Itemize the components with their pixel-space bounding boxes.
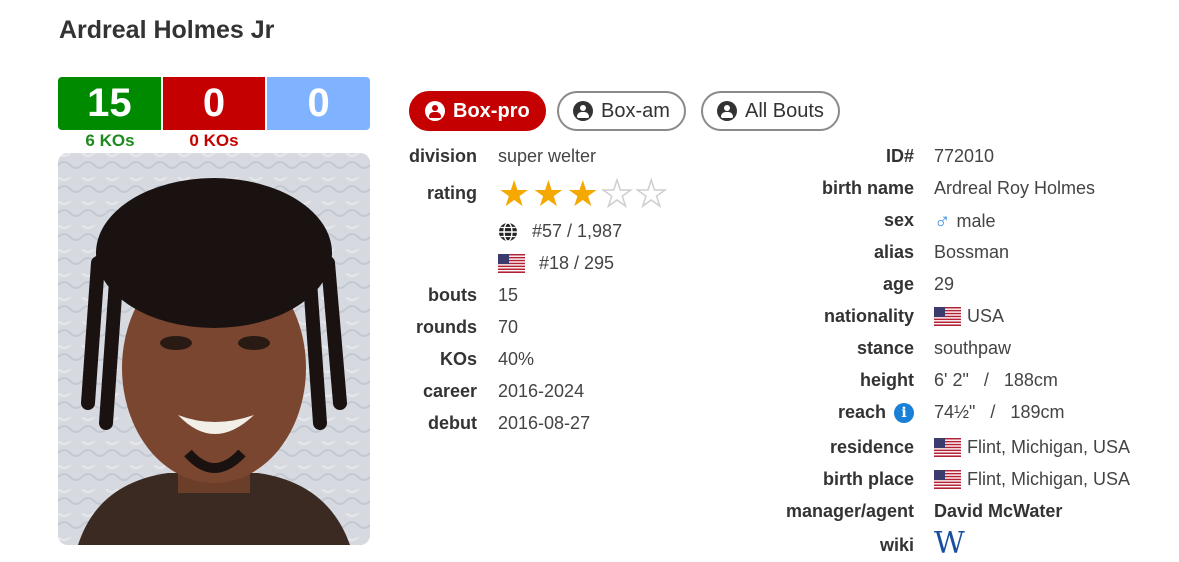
- stance-value: southpaw: [934, 338, 1012, 358]
- rounds-value: 70: [498, 317, 519, 337]
- debut-value: 2016-08-27: [498, 413, 591, 433]
- ko-counts: 6 KOs 0 KOs: [58, 131, 370, 151]
- globe-icon: [499, 221, 517, 242]
- age-value: 29: [934, 274, 955, 294]
- residence-label: residence: [829, 437, 914, 457]
- alias-value: Bossman: [934, 242, 1010, 262]
- us-flag-icon: [934, 438, 961, 457]
- sex-text: male: [956, 210, 996, 231]
- bouts-label: bouts: [428, 285, 477, 305]
- person-icon: [425, 101, 445, 121]
- boxer-photo: [58, 153, 370, 545]
- kos-label: KOs: [439, 349, 477, 369]
- tab-box-am[interactable]: Box-am: [557, 91, 686, 131]
- info-icon[interactable]: i: [894, 402, 914, 423]
- reach-label: reach: [837, 402, 886, 422]
- wiki-label: wiki: [879, 535, 914, 555]
- loss-kos: 0 KOs: [189, 131, 239, 150]
- nationality-value[interactable]: USA: [934, 306, 1004, 327]
- career-value: 2016-2024: [498, 381, 585, 401]
- country-rank-value: #18 / 295: [539, 253, 615, 273]
- bouts-value: 15: [498, 285, 519, 305]
- nationality-text: USA: [967, 306, 1005, 326]
- stance-label: stance: [856, 338, 914, 358]
- star-empty-icon: ★: [600, 173, 634, 214]
- rounds-label: rounds: [416, 317, 477, 337]
- star-icon: ★: [566, 173, 599, 214]
- wins-count: 15: [58, 77, 161, 130]
- height-label: height: [860, 370, 914, 390]
- star-icon: ★: [532, 173, 565, 214]
- record-boxes: 15 0 0: [58, 77, 371, 130]
- draws-count: 0: [265, 77, 371, 130]
- birth-place-label: birth place: [822, 469, 914, 489]
- height-value: 6' 2" / 188cm: [934, 370, 1058, 390]
- age-label: age: [882, 274, 914, 294]
- male-icon: ♂: [934, 208, 951, 233]
- birth-name-value: Ardreal Roy Holmes: [934, 178, 1096, 198]
- wikipedia-icon: W: [934, 526, 965, 561]
- debut-label: debut: [428, 413, 477, 433]
- us-flag-icon: [498, 254, 525, 273]
- kos-value: 40%: [498, 349, 535, 369]
- residence-text: Flint, Michigan, USA: [967, 437, 1131, 457]
- rating-label: rating: [426, 183, 477, 203]
- reach-label-group: reach i: [838, 402, 914, 423]
- rating-stars: ★ ★ ★ ★ ★: [498, 173, 668, 214]
- id-label: ID#: [885, 146, 914, 166]
- world-rank[interactable]: #57 / 1,987: [498, 221, 622, 242]
- losses-count: 0: [160, 77, 266, 130]
- win-kos: 6 KOs: [85, 131, 135, 150]
- alias-label: alias: [873, 242, 914, 262]
- nationality-label: nationality: [823, 306, 914, 326]
- sex-label: sex: [883, 210, 914, 230]
- person-icon: [573, 101, 593, 121]
- birth-place-value[interactable]: Flint, Michigan, USA: [934, 469, 1130, 490]
- star-icon: ★: [498, 173, 531, 214]
- country-rank[interactable]: #18 / 295: [498, 253, 614, 274]
- us-flag-icon: [934, 470, 961, 489]
- us-flag-icon: [934, 307, 961, 326]
- id-value: 772010: [934, 146, 995, 166]
- birth-place-text: Flint, Michigan, USA: [967, 469, 1131, 489]
- tab-label: All Bouts: [745, 99, 824, 122]
- manager-value[interactable]: David McWater: [934, 501, 1062, 522]
- world-rank-value: #57 / 1,987: [532, 221, 623, 241]
- tab-all-bouts[interactable]: All Bouts: [701, 91, 840, 131]
- residence-value[interactable]: Flint, Michigan, USA: [934, 437, 1130, 458]
- division-label: division: [408, 146, 477, 166]
- birth-name-label: birth name: [821, 178, 914, 198]
- star-empty-icon: ★: [634, 173, 668, 214]
- reach-value: 74½" / 189cm: [934, 402, 1065, 422]
- tab-box-pro[interactable]: Box-pro: [409, 91, 546, 131]
- wiki-link[interactable]: W: [934, 526, 965, 561]
- career-label: career: [422, 381, 477, 401]
- tab-label: Box-pro: [453, 99, 530, 122]
- manager-label: manager/agent: [785, 501, 914, 521]
- person-icon: [717, 101, 737, 121]
- division-value[interactable]: super welter: [498, 146, 596, 167]
- tab-label: Box-am: [601, 99, 670, 122]
- boxer-name: Ardreal Holmes Jr: [59, 16, 275, 44]
- sex-value: ♂ male: [934, 208, 996, 234]
